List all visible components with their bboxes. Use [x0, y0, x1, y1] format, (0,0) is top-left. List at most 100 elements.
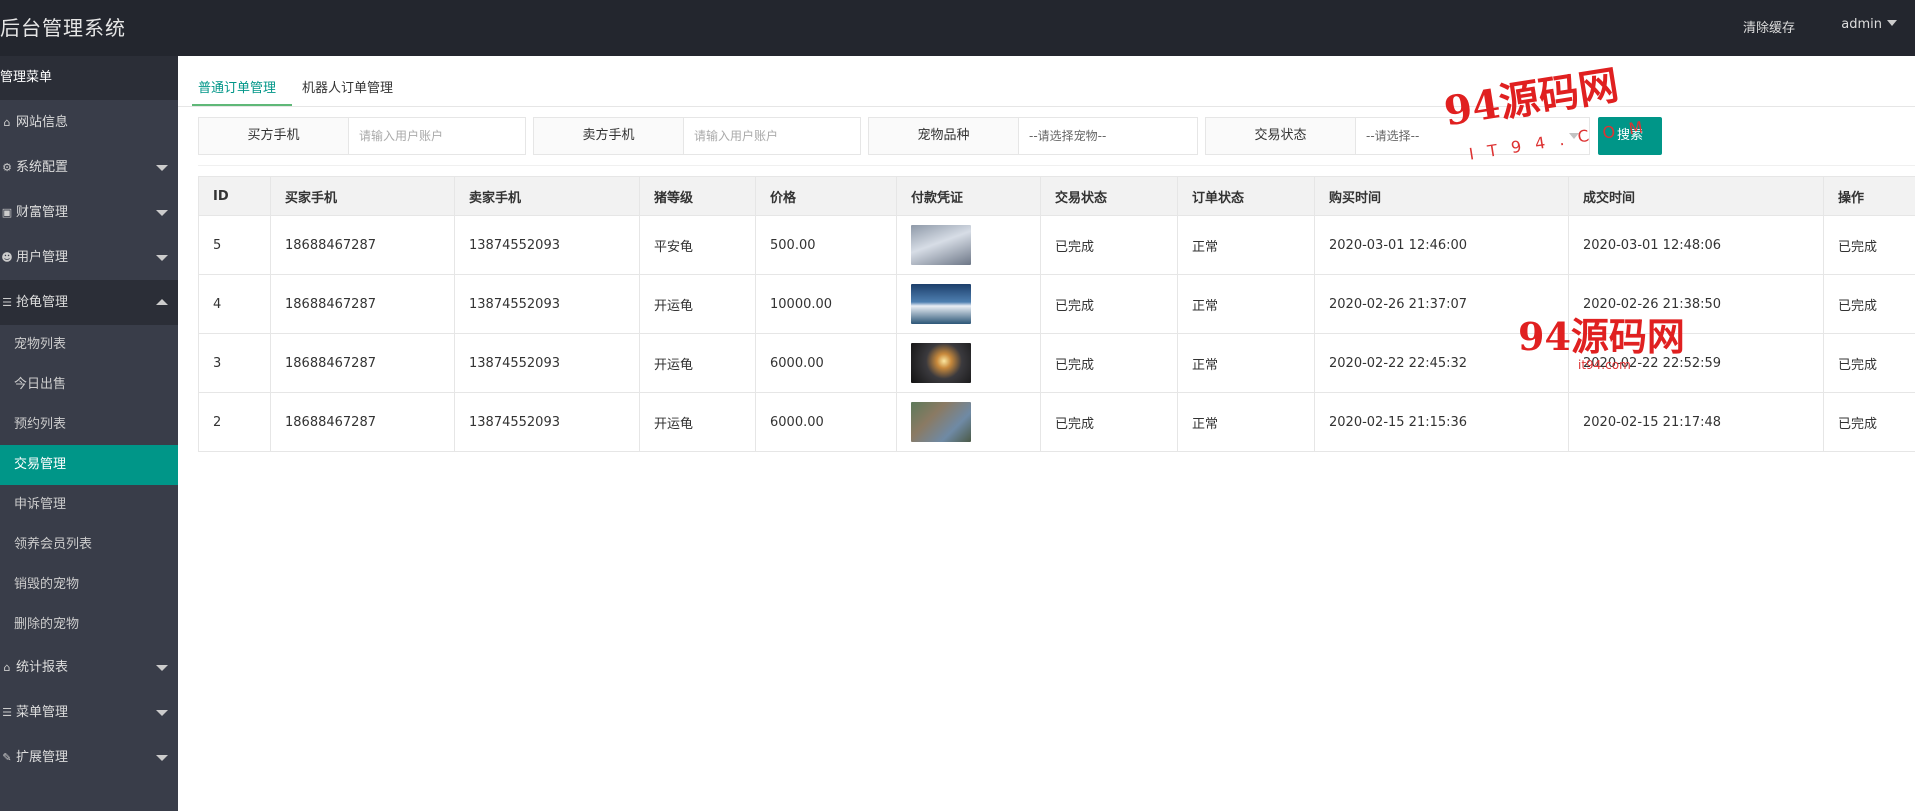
sidebar-sub-adopt-members[interactable]: 领养会员列表: [0, 525, 178, 565]
main-content: 普通订单管理 机器人订单管理 买方手机 卖方手机 宠物品种 --请选择宠物-- …: [178, 56, 1915, 811]
chevron-down-icon: [156, 165, 168, 171]
cell-action: 已完成: [1823, 215, 1915, 275]
sidebar-item-label: 统计报表: [16, 660, 69, 675]
cell-seller: 13874552093: [454, 392, 640, 452]
tab-bar: 普通订单管理 机器人订单管理: [178, 56, 1915, 107]
table-row: 2 18688467287 13874552093 开运龟 6000.00 已完…: [198, 392, 1915, 452]
cell-buy-time: 2020-03-01 12:46:00: [1314, 215, 1569, 275]
payment-proof-image[interactable]: [911, 402, 971, 442]
sidebar-sub-reservations[interactable]: 预约列表: [0, 405, 178, 445]
payment-proof-image[interactable]: [911, 225, 971, 265]
sidebar-item-wealth[interactable]: ▣ 财富管理: [0, 190, 178, 235]
sidebar-sub-trade-manage[interactable]: 交易管理: [0, 445, 178, 485]
cell-price: 500.00: [755, 215, 897, 275]
cell-id: 5: [198, 215, 271, 275]
top-header: 后台管理系统 清除缓存 admin: [0, 0, 1915, 56]
list-icon: ☰: [2, 296, 12, 309]
cell-level: 开运龟: [639, 392, 756, 452]
chevron-down-icon: [156, 665, 168, 671]
cell-buy-time: 2020-02-15 21:15:36: [1314, 392, 1569, 452]
cell-level: 开运龟: [639, 333, 756, 393]
seller-phone-label: 卖方手机: [534, 118, 684, 154]
tab-robot-orders[interactable]: 机器人订单管理: [302, 77, 393, 96]
column-header: 操作: [1823, 176, 1915, 216]
cell-price: 6000.00: [755, 333, 897, 393]
sidebar-item-extensions[interactable]: ✎ 扩展管理: [0, 735, 178, 780]
cell-proof: [896, 333, 1041, 393]
cell-price: 6000.00: [755, 392, 897, 452]
column-header: 购买时间: [1314, 176, 1569, 216]
cell-seller: 13874552093: [454, 215, 640, 275]
pet-type-select[interactable]: --请选择宠物--: [1019, 118, 1197, 154]
users-icon: ☻: [1, 251, 13, 264]
payment-proof-image[interactable]: [911, 284, 971, 324]
payment-proof-image[interactable]: [911, 343, 971, 383]
seller-phone-input[interactable]: [684, 118, 860, 154]
cell-trade-status: 已完成: [1040, 333, 1178, 393]
cell-id: 3: [198, 333, 271, 393]
buyer-phone-filter: 买方手机: [198, 117, 526, 155]
cell-order-status: 正常: [1177, 274, 1315, 334]
cell-order-status: 正常: [1177, 392, 1315, 452]
cell-action: 已完成: [1823, 392, 1915, 452]
cell-buyer: 18688467287: [270, 333, 455, 393]
table-row: 5 18688467287 13874552093 平安龟 500.00 已完成…: [198, 215, 1915, 275]
chevron-down-icon: [156, 755, 168, 761]
cell-proof: [896, 392, 1041, 452]
active-tab-indicator: [192, 104, 292, 106]
sidebar-sub-deleted-pets[interactable]: 删除的宠物: [0, 605, 178, 645]
tab-normal-orders[interactable]: 普通订单管理: [198, 77, 276, 96]
sidebar-item-stats[interactable]: ⌂ 统计报表: [0, 645, 178, 690]
column-header: 订单状态: [1177, 176, 1315, 216]
sidebar-item-label: 菜单管理: [16, 705, 69, 720]
cell-deal-time: 2020-02-15 21:17:48: [1568, 392, 1824, 452]
sidebar-item-turtle-manage[interactable]: ☰ 抢龟管理: [0, 280, 178, 325]
seller-phone-filter: 卖方手机: [533, 117, 861, 155]
cell-seller: 13874552093: [454, 333, 640, 393]
sidebar: 管理菜单 ⌂ 网站信息 ⚙ 系统配置 ▣ 财富管理 ☻ 用户管理 ☰ 抢龟管理 宠物列表 …: [0, 56, 178, 811]
user-name: admin: [1841, 17, 1882, 32]
divider: [198, 165, 1915, 166]
watermark-text-2: 94源码网: [1518, 314, 1685, 359]
buyer-phone-input[interactable]: [349, 118, 525, 154]
sidebar-item-label: 用户管理: [16, 250, 69, 265]
cell-order-status: 正常: [1177, 333, 1315, 393]
sidebar-item-label: 系统配置: [16, 160, 69, 175]
sidebar-item-users[interactable]: ☻ 用户管理: [0, 235, 178, 280]
cell-seller: 13874552093: [454, 274, 640, 334]
sidebar-item-system-config[interactable]: ⚙ 系统配置: [0, 145, 178, 190]
cell-buyer: 18688467287: [270, 215, 455, 275]
user-menu[interactable]: admin: [1841, 17, 1897, 32]
sidebar-sub-destroyed-pets[interactable]: 销毁的宠物: [0, 565, 178, 605]
watermark-subtext-2: it94.com: [1578, 358, 1631, 372]
money-icon: ▣: [1, 206, 13, 219]
cell-deal-time: 2020-03-01 12:48:06: [1568, 215, 1824, 275]
column-header: ID: [198, 176, 271, 216]
cell-level: 平安龟: [639, 215, 756, 275]
cell-proof: [896, 274, 1041, 334]
sidebar-item-menu-manage[interactable]: ☰ 菜单管理: [0, 690, 178, 735]
cell-buyer: 18688467287: [270, 392, 455, 452]
sidebar-sub-pet-list[interactable]: 宠物列表: [0, 325, 178, 365]
pet-type-filter: 宠物品种 --请选择宠物--: [868, 117, 1198, 155]
column-header: 猪等级: [639, 176, 756, 216]
sidebar-item-site-info[interactable]: ⌂ 网站信息: [0, 100, 178, 145]
chevron-down-icon: [1887, 20, 1897, 26]
cell-trade-status: 已完成: [1040, 215, 1178, 275]
sidebar-heading: 管理菜单: [0, 56, 178, 100]
chevron-down-icon: [156, 710, 168, 716]
cell-buyer: 18688467287: [270, 274, 455, 334]
chevron-up-icon: [156, 299, 168, 305]
column-header: 交易状态: [1040, 176, 1178, 216]
column-header: 付款凭证: [896, 176, 1041, 216]
sidebar-sub-today-sale[interactable]: 今日出售: [0, 365, 178, 405]
clear-cache-link[interactable]: 清除缓存: [1743, 17, 1795, 36]
column-header: 成交时间: [1568, 176, 1824, 216]
buyer-phone-label: 买方手机: [199, 118, 349, 154]
list-icon: ☰: [2, 706, 12, 719]
home-icon: ⌂: [3, 116, 11, 129]
cell-trade-status: 已完成: [1040, 392, 1178, 452]
cell-action: 已完成: [1823, 274, 1915, 334]
cell-trade-status: 已完成: [1040, 274, 1178, 334]
sidebar-sub-appeals[interactable]: 申诉管理: [0, 485, 178, 525]
